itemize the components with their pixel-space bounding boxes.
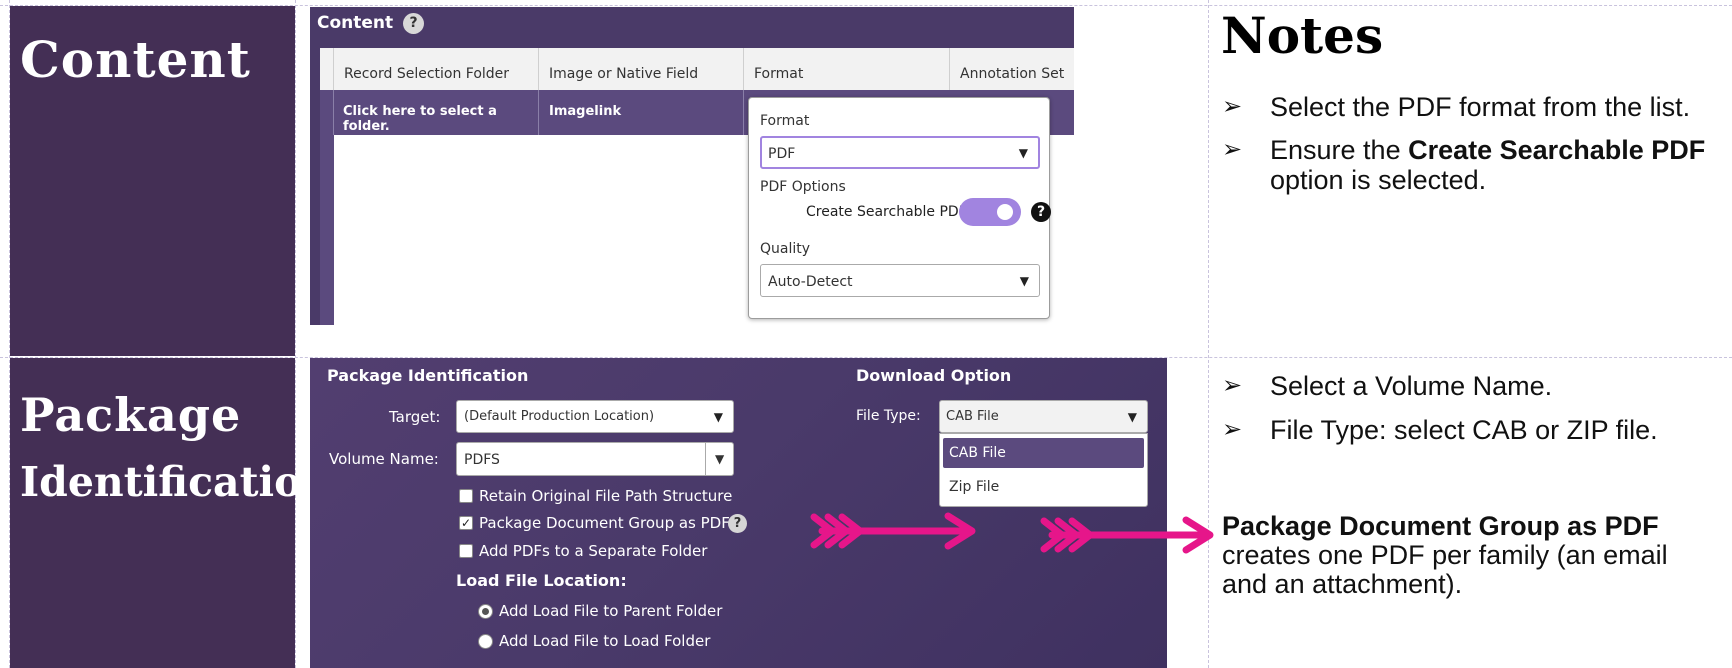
question-circle-icon[interactable]: ? (1031, 202, 1051, 222)
notes-bullet-post: option is selected. (1270, 165, 1487, 195)
content-panel-header: Content (317, 13, 394, 33)
package-panel: Package Identification Target: (Default … (310, 358, 1167, 668)
callout-bold: Package Document Group as PDF (1222, 511, 1659, 541)
format-label: Format (760, 113, 810, 129)
notes-bullet-text: Select the PDF format from the list. (1270, 92, 1691, 122)
field-cell[interactable]: Imagelink (539, 90, 744, 135)
notes-bullet-pre: Ensure the (1270, 135, 1409, 165)
package-group-callout: Package Document Group as PDF creates on… (1222, 512, 1712, 599)
column-header-field[interactable]: Image or Native Field (539, 48, 744, 90)
package-section-title: Package Identification (327, 366, 529, 385)
quality-label: Quality (760, 241, 811, 257)
folder-cell[interactable]: Click here to select a folder. (334, 90, 539, 135)
package-title-cell: Package Identification (10, 358, 331, 668)
load-folder-radio[interactable] (478, 634, 493, 649)
format-select[interactable]: PDF ▼ (760, 136, 1040, 169)
searchable-toggle[interactable] (959, 198, 1021, 226)
notes-heading: Notes (1221, 6, 1384, 65)
column-header-annotation[interactable]: Annotation Set (950, 48, 1074, 90)
load-file-title: Load File Location: (456, 571, 627, 590)
column-header-format[interactable]: Format (744, 48, 950, 90)
searchable-label: Create Searchable PDF (806, 204, 967, 220)
file-type-label: File Type: (856, 408, 921, 424)
notes-bullet: ➢ Ensure the Create Searchable PDF optio… (1222, 135, 1722, 195)
notes-bullet: ➢ Select the PDF format from the list. (1222, 92, 1722, 122)
package-group-checkbox[interactable]: ✓ (459, 516, 473, 530)
target-select-value: (Default Production Location) (464, 409, 655, 424)
menu-item-zip[interactable]: Zip File (943, 472, 1144, 502)
callout-text: creates one PDF per family (an email and… (1222, 540, 1668, 599)
file-type-menu: CAB File Zip File (939, 433, 1148, 507)
menu-item-cab[interactable]: CAB File (943, 438, 1144, 468)
notes-bullet: ➢ File Type: select CAB or ZIP file. (1222, 415, 1722, 445)
notes-bullet-text: Select a Volume Name. (1270, 371, 1553, 401)
retain-structure-checkbox[interactable] (459, 489, 473, 503)
help-icon[interactable]: ? (403, 13, 424, 34)
arrowhead-bullet-icon: ➢ (1222, 93, 1243, 120)
parent-folder-label: Add Load File to Parent Folder (499, 602, 723, 620)
quality-select-value: Auto-Detect (768, 274, 853, 290)
triangle-down-icon: ▼ (1019, 273, 1029, 288)
format-popup: Format PDF ▼ PDF Options Create Searchab… (748, 97, 1051, 319)
table-left-bar (320, 135, 334, 325)
volume-dropdown-button[interactable]: ▼ (705, 443, 733, 475)
notes-bullet-bold: Create Searchable PDF (1408, 135, 1706, 165)
grid-col1-line (295, 0, 296, 668)
target-label: Target: (389, 408, 441, 426)
toggle-knob (997, 204, 1013, 220)
retain-structure-label: Retain Original File Path Structure (479, 487, 733, 505)
file-type-select[interactable]: CAB File ▼ (939, 400, 1148, 433)
package-group-label: Package Document Group as PDF (479, 514, 730, 532)
format-select-value: PDF (768, 146, 796, 162)
column-header-folder[interactable]: Record Selection Folder (334, 48, 539, 90)
package-title-line1: Package (20, 388, 242, 442)
package-title-line2: Identification (20, 458, 332, 506)
volume-input-value: PDFS (464, 452, 500, 468)
arrowhead-bullet-icon: ➢ (1222, 372, 1243, 399)
volume-label: Volume Name: (329, 450, 439, 468)
target-select[interactable]: (Default Production Location) ▼ (456, 400, 734, 433)
feathered-arrow-icon (810, 512, 976, 550)
triangle-down-icon: ▼ (715, 452, 725, 466)
triangle-down-icon: ▼ (1018, 145, 1028, 160)
parent-folder-radio[interactable] (478, 604, 493, 619)
content-panel: Content ? Record Selection Folder Image … (310, 7, 1074, 325)
volume-input[interactable]: PDFS ▼ (456, 442, 734, 476)
triangle-down-icon: ▼ (713, 409, 723, 424)
row-gutter (320, 90, 334, 135)
separate-folder-checkbox[interactable] (459, 544, 473, 558)
download-option-title: Download Option (856, 366, 1012, 385)
arrowhead-bullet-icon: ➢ (1222, 416, 1243, 443)
notes-bullet-text: File Type: select CAB or ZIP file. (1270, 415, 1658, 445)
triangle-down-icon: ▼ (1127, 409, 1137, 424)
separate-folder-label: Add PDFs to a Separate Folder (479, 542, 708, 560)
arrowhead-bullet-icon: ➢ (1222, 136, 1243, 163)
notes-bullet: ➢ Select a Volume Name. (1222, 371, 1722, 401)
pdf-options-label: PDF Options (760, 179, 846, 195)
help-icon[interactable]: ? (728, 514, 747, 533)
grid-col2-line (1208, 0, 1209, 668)
table-header-gutter (320, 48, 334, 90)
content-title: Content (20, 30, 251, 89)
load-folder-label: Add Load File to Load Folder (499, 632, 711, 650)
content-title-cell: Content (10, 6, 295, 356)
feathered-arrow-icon (1040, 516, 1214, 554)
file-type-select-value: CAB File (946, 409, 999, 424)
radio-dot (482, 608, 489, 615)
quality-select[interactable]: Auto-Detect ▼ (760, 264, 1040, 297)
